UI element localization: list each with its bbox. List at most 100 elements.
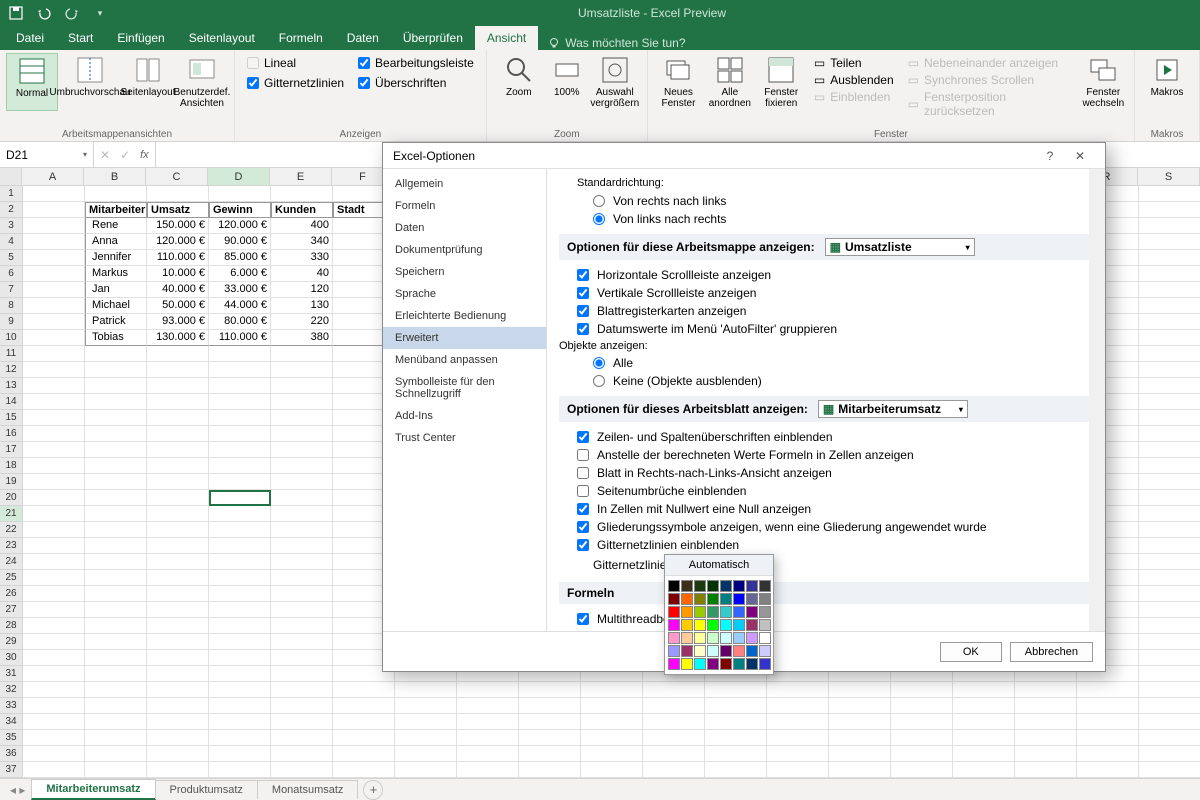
color-swatch[interactable] <box>707 658 719 670</box>
color-swatch[interactable] <box>720 658 732 670</box>
check-sheet-rtl[interactable] <box>577 467 589 479</box>
row-header[interactable]: 30 <box>0 650 22 666</box>
add-sheet-button[interactable]: + <box>363 780 383 800</box>
row-header[interactable]: 32 <box>0 682 22 698</box>
color-swatch[interactable] <box>694 632 706 644</box>
check-gitter[interactable]: Gitternetzlinien <box>247 76 344 90</box>
cancel-icon[interactable]: ✕ <box>100 148 110 162</box>
row-header[interactable]: 28 <box>0 618 22 634</box>
color-swatch[interactable] <box>707 632 719 644</box>
color-swatch[interactable] <box>694 619 706 631</box>
sheet-tab-2[interactable]: Produktumsatz <box>155 780 258 799</box>
color-swatch[interactable] <box>759 645 771 657</box>
color-swatch[interactable] <box>707 580 719 592</box>
color-swatch[interactable] <box>746 619 758 631</box>
row-header[interactable]: 13 <box>0 378 22 394</box>
color-swatch[interactable] <box>759 593 771 605</box>
view-normal-button[interactable]: Normal <box>6 53 58 111</box>
tab-daten[interactable]: Daten <box>335 26 391 50</box>
row-header[interactable]: 16 <box>0 426 22 442</box>
close-button[interactable]: ✕ <box>1065 149 1095 163</box>
color-swatch[interactable] <box>746 632 758 644</box>
chevron-down-icon[interactable]: ▾ <box>83 150 87 159</box>
sheet-tab-1[interactable]: Mitarbeiterumsatz <box>31 779 155 800</box>
color-swatch[interactable] <box>720 619 732 631</box>
qat-customize-icon[interactable]: ▾ <box>90 3 110 23</box>
row-header[interactable]: 33 <box>0 698 22 714</box>
row-header[interactable]: 23 <box>0 538 22 554</box>
cancel-button[interactable]: Abbrechen <box>1010 642 1093 662</box>
redo-icon[interactable] <box>62 3 82 23</box>
view-custom-button[interactable]: Benutzerdef. Ansichten <box>176 53 228 111</box>
check-lineal[interactable]: Lineal <box>247 56 344 70</box>
color-swatch[interactable] <box>759 658 771 670</box>
tell-me[interactable]: Was möchten Sie tun? <box>538 36 695 50</box>
row-header[interactable]: 36 <box>0 746 22 762</box>
row-header[interactable]: 5 <box>0 250 22 266</box>
column-header[interactable]: S <box>1138 168 1200 185</box>
color-swatch[interactable] <box>681 632 693 644</box>
color-swatch[interactable] <box>694 658 706 670</box>
dialog-nav-item[interactable]: Trust Center <box>383 427 546 449</box>
color-swatch[interactable] <box>707 619 719 631</box>
color-swatch[interactable] <box>681 580 693 592</box>
zoom-button[interactable]: Zoom <box>493 53 545 111</box>
help-button[interactable]: ? <box>1035 149 1065 163</box>
tab-seitenlayout[interactable]: Seitenlayout <box>177 26 267 50</box>
color-swatch[interactable] <box>720 632 732 644</box>
tab-start[interactable]: Start <box>56 26 105 50</box>
color-swatch[interactable] <box>707 593 719 605</box>
color-swatch[interactable] <box>746 645 758 657</box>
check-pagebreaks[interactable] <box>577 485 589 497</box>
switch-window-button[interactable]: Fenster wechseln <box>1079 53 1128 121</box>
check-vscroll[interactable] <box>577 287 589 299</box>
name-box[interactable]: D21▾ <box>0 142 94 167</box>
radio-ltr[interactable] <box>593 213 605 225</box>
dialog-nav-item[interactable]: Sprache <box>383 283 546 305</box>
color-swatch[interactable] <box>668 606 680 618</box>
workbook-combo[interactable]: ▦Umsatzliste▾ <box>825 238 975 256</box>
color-swatch[interactable] <box>668 658 680 670</box>
row-header[interactable]: 2 <box>0 202 22 218</box>
row-header[interactable]: 22 <box>0 522 22 538</box>
dialog-nav-item[interactable]: Add-Ins <box>383 405 546 427</box>
check-outline-symbols[interactable] <box>577 521 589 533</box>
row-header[interactable]: 4 <box>0 234 22 250</box>
row-header[interactable]: 8 <box>0 298 22 314</box>
color-automatic[interactable]: Automatisch <box>665 555 773 576</box>
sheet-nav[interactable]: ◂ ▸ <box>4 783 31 797</box>
split-button[interactable]: ▭Teilen <box>814 56 894 70</box>
color-swatch[interactable] <box>668 632 680 644</box>
color-swatch[interactable] <box>694 580 706 592</box>
row-header[interactable]: 20 <box>0 490 22 506</box>
tab-formeln[interactable]: Formeln <box>267 26 335 50</box>
color-swatch[interactable] <box>733 606 745 618</box>
row-header[interactable]: 29 <box>0 634 22 650</box>
color-swatch[interactable] <box>759 632 771 644</box>
freeze-panes-button[interactable]: Fenster fixieren <box>757 53 806 121</box>
color-swatch[interactable] <box>694 606 706 618</box>
dialog-nav-item[interactable]: Allgemein <box>383 173 546 195</box>
color-swatch[interactable] <box>746 593 758 605</box>
row-header[interactable]: 17 <box>0 442 22 458</box>
zoom-selection-button[interactable]: Auswahl vergrößern <box>589 53 641 111</box>
row-header[interactable]: 25 <box>0 570 22 586</box>
dialog-nav-item[interactable]: Erleichterte Bedienung <box>383 305 546 327</box>
check-headings[interactable] <box>577 431 589 443</box>
color-swatch[interactable] <box>759 619 771 631</box>
color-swatch[interactable] <box>681 658 693 670</box>
row-header[interactable]: 37 <box>0 762 22 778</box>
save-icon[interactable] <box>6 3 26 23</box>
row-header[interactable]: 26 <box>0 586 22 602</box>
check-ueber[interactable]: Überschriften <box>358 76 474 90</box>
fx-icon[interactable]: fx <box>140 149 149 161</box>
zoom-100-button[interactable]: 100% <box>547 53 587 111</box>
column-header[interactable]: D <box>208 168 270 185</box>
row-header[interactable]: 10 <box>0 330 22 346</box>
row-header[interactable]: 9 <box>0 314 22 330</box>
new-window-button[interactable]: Neues Fenster <box>654 53 703 121</box>
unhide-button[interactable]: ▭Einblenden <box>814 90 894 104</box>
column-header[interactable]: B <box>84 168 146 185</box>
color-swatch[interactable] <box>759 606 771 618</box>
arrange-all-button[interactable]: Alle anordnen <box>705 53 754 121</box>
